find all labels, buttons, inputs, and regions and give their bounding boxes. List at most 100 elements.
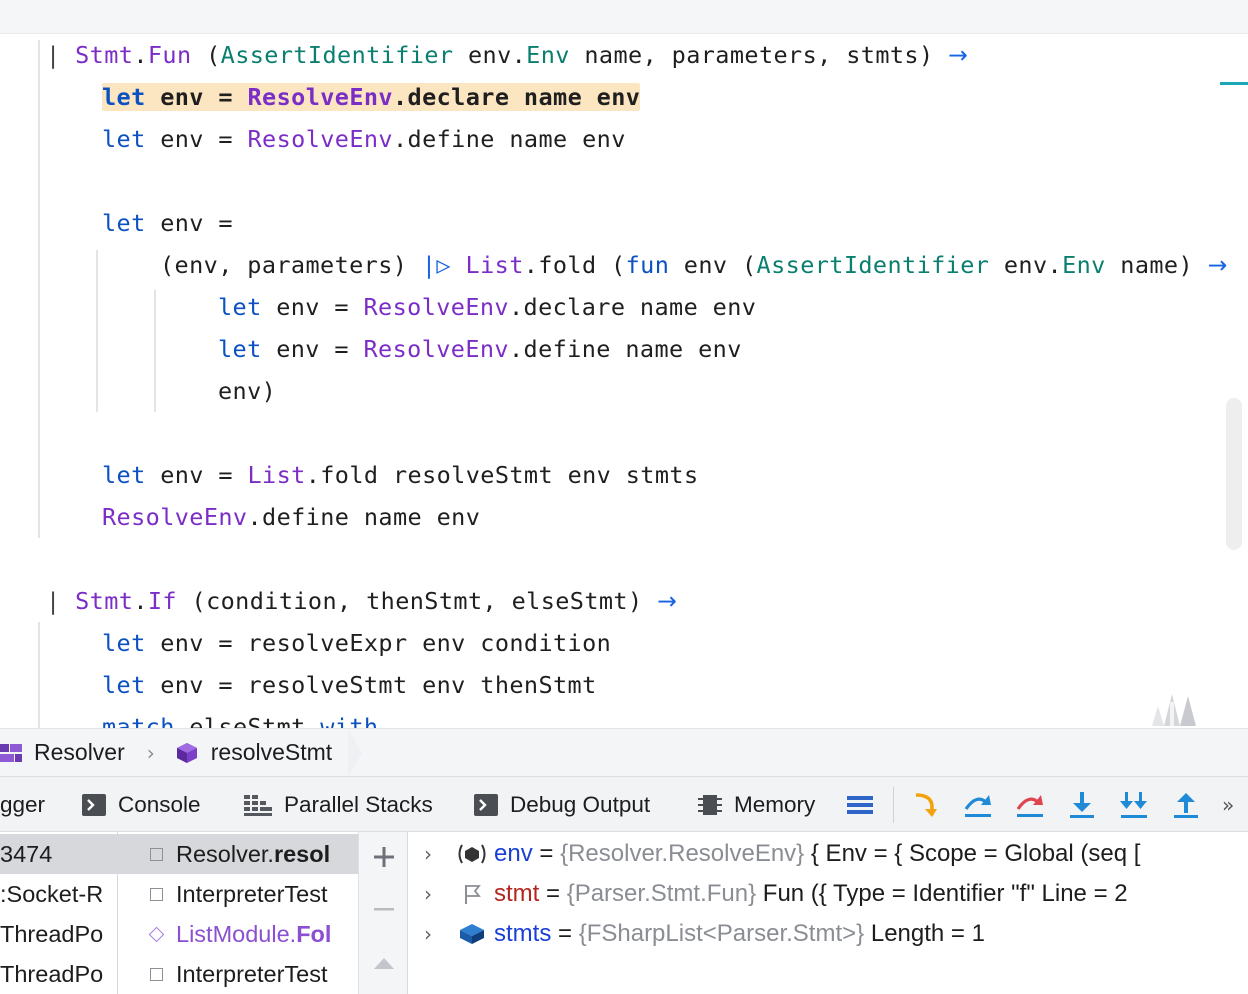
code-token: env = — [145, 209, 233, 237]
tab-memory[interactable]: Memory — [698, 777, 815, 833]
thread-row[interactable]: 3474 — [0, 834, 117, 874]
breadcrumb-label: Resolver — [34, 739, 125, 765]
show-execution-point-icon[interactable] — [908, 789, 940, 821]
frame-icon — [150, 888, 163, 901]
code-token: let — [218, 335, 262, 363]
force-step-over-icon[interactable] — [1014, 789, 1046, 821]
tab-debugger[interactable]: gger — [0, 777, 45, 833]
code-token: let — [102, 671, 146, 699]
frames-menu-icon[interactable] — [844, 789, 876, 821]
step-out-icon[interactable] — [1170, 789, 1202, 821]
code-line[interactable]: let env = List.fold resolveStmt env stmt… — [102, 454, 699, 496]
step-into-icon[interactable] — [1066, 789, 1098, 821]
code-token: let — [102, 461, 146, 489]
code-line[interactable]: match elseStmt with — [102, 706, 378, 728]
code-token: with — [320, 713, 379, 728]
code-token: env = — [145, 461, 248, 489]
breadcrumb-item-resolvestmt[interactable]: resolveStmt — [175, 729, 332, 777]
code-token: .fold ( — [523, 251, 626, 279]
tab-parallel-stacks[interactable]: Parallel Stacks — [244, 777, 433, 833]
breadcrumb-item-resolver[interactable]: Resolver — [0, 729, 125, 777]
code-line[interactable]: ResolveEnv.define name env — [102, 496, 480, 538]
code-line[interactable]: let env = — [102, 202, 233, 244]
frame-icon — [150, 968, 163, 981]
code-line[interactable]: let env = ResolveEnv.define name env — [102, 118, 626, 160]
move-up-icon[interactable] — [371, 950, 397, 976]
breadcrumb-end — [348, 728, 363, 777]
remove-watch-icon[interactable] — [371, 896, 397, 922]
memory-icon — [698, 793, 722, 817]
code-token: let — [218, 293, 262, 321]
ai-assistant-icon[interactable] — [1148, 688, 1204, 728]
breadcrumb: Resolver › resolveStmt — [0, 728, 1248, 777]
editor-top-bar — [0, 0, 1248, 34]
tab-debug-output[interactable]: Debug Output — [474, 777, 650, 833]
code-token: Fun — [147, 41, 192, 69]
smart-step-into-icon[interactable] — [1118, 789, 1150, 821]
frame-row[interactable]: InterpreterTest — [118, 874, 358, 914]
code-line[interactable]: let env = ResolveEnv.define name env — [218, 328, 742, 370]
add-watch-icon[interactable] — [371, 844, 397, 870]
code-token: → — [1207, 251, 1228, 279]
code-token: env = — [145, 125, 248, 153]
tab-label: Debug Output — [510, 792, 651, 817]
code-line[interactable]: let env = ResolveEnv.declare name env — [218, 286, 756, 328]
frames-pane: Resolver.resol InterpreterTest ListModul… — [118, 832, 358, 994]
parallel-stacks-icon — [244, 794, 272, 816]
thread-row[interactable]: ThreadPo — [0, 914, 103, 954]
code-line[interactable]: let env = resolveStmt env thenStmt — [102, 664, 597, 706]
code-token: name) — [1105, 251, 1208, 279]
variable-text: stmt = {Parser.Stmt.Fun} Fun ({ Type = I… — [494, 880, 1128, 907]
tab-console[interactable]: Console — [82, 777, 201, 833]
code-token: Env — [526, 41, 570, 69]
variable-row-stmts[interactable]: › stmts = {FSharpList<Parser.Stmt>} Leng… — [408, 914, 1248, 954]
thread-label: 3474 — [0, 841, 53, 867]
code-line[interactable]: (env, parameters) |▷ List.fold (fun env … — [160, 244, 1228, 286]
variable-text: stmts = {FSharpList<Parser.Stmt>} Length… — [494, 920, 985, 947]
frame-icon — [150, 848, 163, 861]
indent-guide — [38, 40, 40, 538]
more-tabs-icon[interactable]: » — [1222, 777, 1234, 833]
variable-row-stmt[interactable]: › stmt = {Parser.Stmt.Fun} Fun ({ Type =… — [408, 874, 1248, 914]
code-token: .define name env — [508, 335, 742, 363]
breadcrumb-label: resolveStmt — [210, 739, 333, 765]
tab-label: Parallel Stacks — [284, 792, 433, 817]
step-over-icon[interactable] — [962, 789, 994, 821]
indent-guide — [38, 622, 40, 728]
expand-chevron-icon[interactable]: › — [424, 914, 432, 954]
frame-row[interactable]: ListModule.Fol — [118, 914, 358, 954]
code-token: AssertIdentifier — [220, 41, 454, 69]
code-line[interactable]: | Stmt.If (condition, thenStmt, elseStmt… — [46, 580, 677, 622]
code-token: ( — [191, 41, 221, 69]
code-token: | — [46, 587, 76, 615]
frame-row[interactable]: InterpreterTest — [118, 954, 358, 994]
editor-scrollbar[interactable] — [1226, 398, 1242, 550]
code-editor[interactable]: | Stmt.Fun (AssertIdentifier env.Env nam… — [0, 34, 1248, 728]
indent-guide — [96, 250, 98, 412]
thread-row[interactable]: :Socket-R — [0, 874, 103, 914]
variable-row-env[interactable]: › env = {Resolver.ResolveEnv} { Env = { … — [408, 834, 1248, 874]
code-line[interactable]: env) — [218, 370, 276, 412]
code-line[interactable]: | Stmt.Fun (AssertIdentifier env.Env nam… — [46, 34, 968, 76]
code-token: → — [657, 587, 678, 615]
code-token: If — [147, 587, 177, 615]
code-token: env ( — [669, 251, 757, 279]
breadcrumb-separator: › — [146, 740, 155, 765]
code-token: env. — [989, 251, 1063, 279]
code-token: ResolveEnv — [363, 293, 509, 321]
code-line[interactable]: let env = ResolveEnv.declare name env — [102, 76, 641, 118]
code-line[interactable]: let env = resolveExpr env condition — [102, 622, 611, 664]
thread-row[interactable]: ThreadPo — [0, 954, 103, 994]
code-token: → — [948, 41, 969, 69]
code-token: ResolveEnv — [247, 125, 393, 153]
frame-label: InterpreterTest — [176, 881, 328, 907]
expand-chevron-icon[interactable]: › — [424, 834, 432, 874]
code-token: . — [133, 587, 148, 615]
code-token: ResolveEnv — [102, 503, 248, 531]
expand-chevron-icon[interactable]: › — [424, 874, 432, 914]
watch-actions — [358, 832, 408, 994]
code-token: Env — [1062, 251, 1106, 279]
module-icon — [0, 742, 22, 764]
frame-row[interactable]: Resolver.resol — [118, 834, 358, 874]
code-token: Stmt — [75, 587, 134, 615]
